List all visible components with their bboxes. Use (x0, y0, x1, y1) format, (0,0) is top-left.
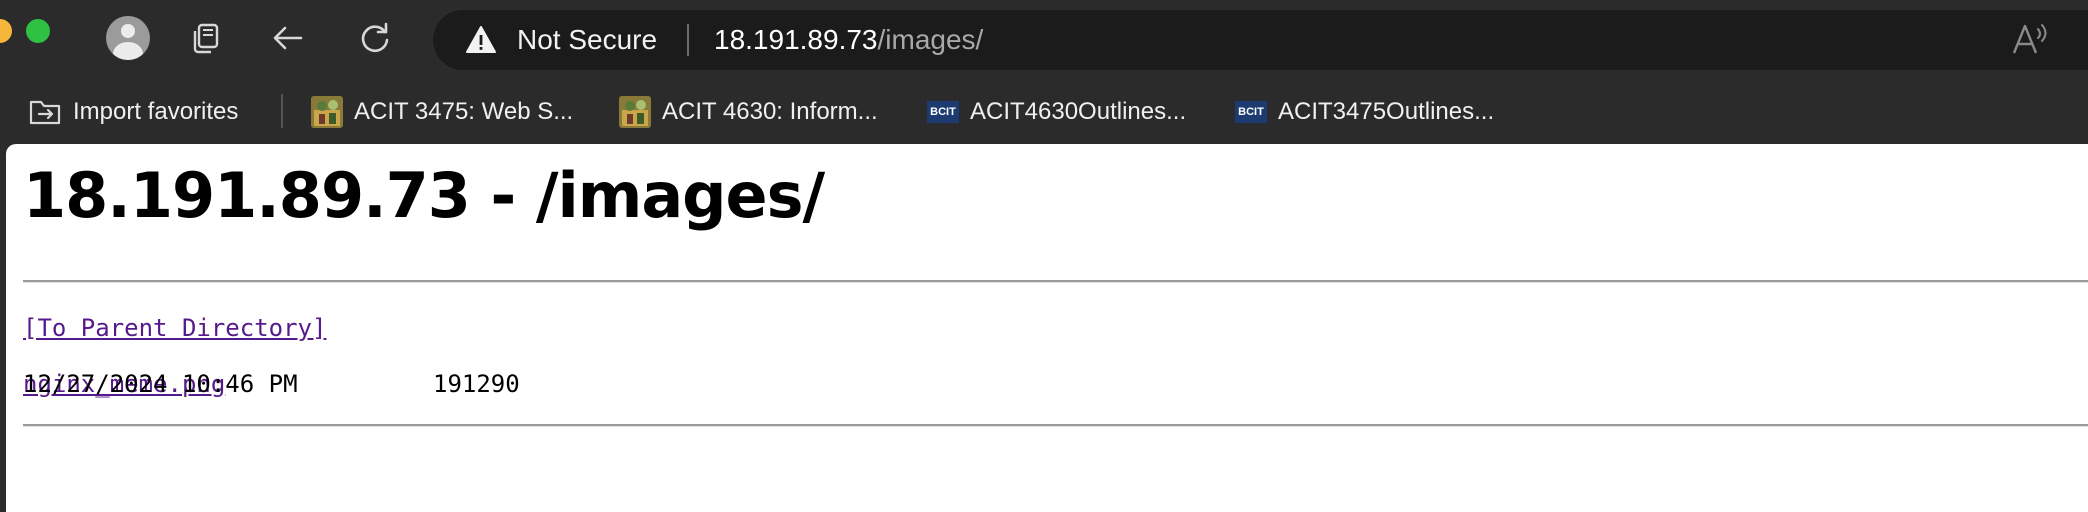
url-text[interactable]: 18.191.89.73/images/ (714, 23, 983, 57)
favorites-bar: Import favorites ACIT 3475: Web S... ACI… (0, 80, 2088, 144)
file-listing-row: 12/27/2024 10:46 PM 191290 nginx_meme.pn… (23, 368, 520, 400)
favorites-divider (281, 94, 283, 128)
favorite-acit3475-outlines[interactable]: BCIT ACIT3475Outlines... (1235, 92, 1494, 132)
page-title: 18.191.89.73 - /images/ (23, 159, 825, 232)
horizontal-rule (23, 424, 2088, 427)
back-button[interactable] (262, 12, 314, 64)
import-favorites-button[interactable]: Import favorites (28, 92, 238, 132)
page-content: 18.191.89.73 - /images/ [To Parent Direc… (6, 144, 2088, 512)
favorite-label: ACIT4630Outlines... (970, 98, 1187, 125)
back-arrow-icon (273, 26, 303, 50)
bcit-logo-icon: BCIT (1235, 101, 1267, 123)
security-status-label[interactable]: Not Secure (517, 23, 657, 57)
url-host: 18.191.89.73 (714, 24, 878, 55)
favorite-label: ACIT 3475: Web S... (354, 98, 574, 125)
avatar-icon (106, 16, 150, 60)
address-divider (687, 24, 689, 56)
tab-actions-icon (193, 23, 219, 54)
horizontal-rule (23, 280, 2088, 283)
browser-toolbar: Not Secure 18.191.89.73/images/ (0, 0, 2088, 80)
import-favorites-label: Import favorites (73, 98, 239, 125)
favorite-acit4630[interactable]: ACIT 4630: Inform... (619, 92, 878, 132)
favorite-label: ACIT 4630: Inform... (662, 98, 878, 125)
course-thumbnail-icon (619, 96, 651, 128)
read-aloud-button[interactable] (2010, 20, 2050, 60)
refresh-icon (361, 22, 389, 53)
read-aloud-icon (2012, 24, 2047, 54)
import-folder-icon (29, 100, 61, 125)
profile-button[interactable] (102, 12, 154, 64)
favorite-label: ACIT3475Outlines... (1278, 98, 1495, 125)
course-thumbnail-icon (311, 96, 343, 128)
tab-actions-button[interactable] (180, 12, 232, 64)
file-size: 191290 (433, 370, 520, 398)
bcit-logo-icon: BCIT (927, 101, 959, 123)
zoom-window-button[interactable] (26, 19, 50, 43)
warning-icon[interactable] (465, 24, 497, 56)
minimize-window-button[interactable] (0, 19, 12, 43)
refresh-button[interactable] (349, 12, 401, 64)
favorite-acit3475[interactable]: ACIT 3475: Web S... (311, 92, 573, 132)
address-bar[interactable]: Not Secure 18.191.89.73/images/ (433, 10, 2088, 70)
url-path: /images/ (877, 24, 984, 55)
parent-directory-link[interactable]: [To Parent Directory] (23, 312, 326, 344)
favorite-acit4630-outlines[interactable]: BCIT ACIT4630Outlines... (927, 92, 1186, 132)
file-date: 12/27/2024 10:46 PM (23, 370, 298, 398)
